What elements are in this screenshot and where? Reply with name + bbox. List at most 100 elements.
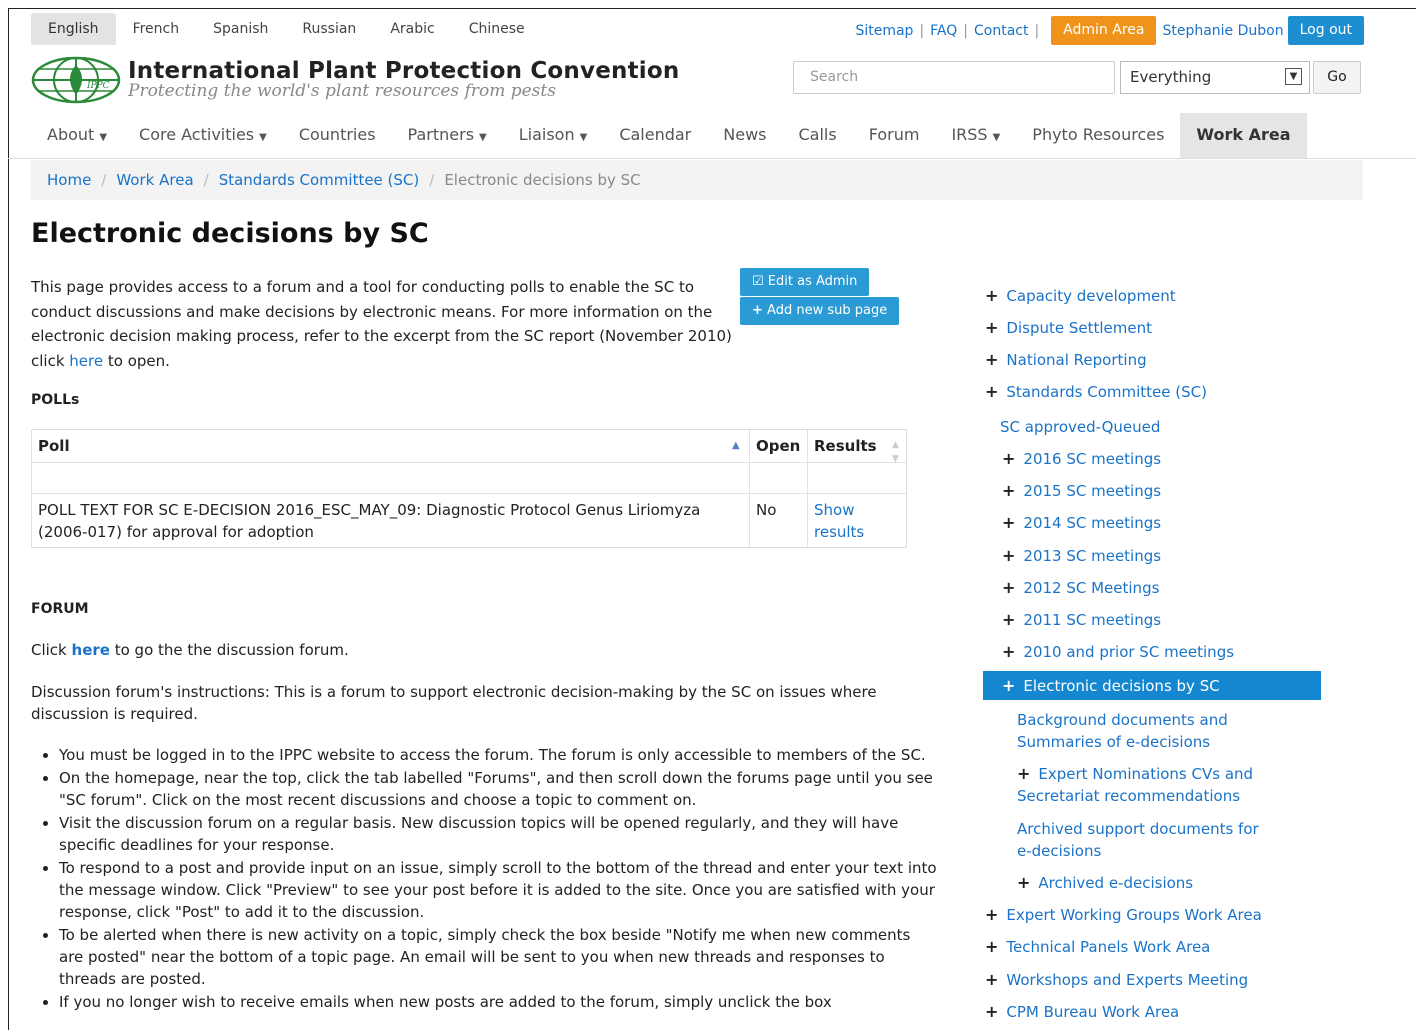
nav-work-area[interactable]: Work Area [1180, 113, 1307, 159]
search-scope-select[interactable]: Everything ▼ [1120, 61, 1310, 94]
sidebar-item-archived-support-documents[interactable]: Archived support documents for e-decision… [1017, 818, 1259, 862]
show-results-link[interactable]: Show results [814, 499, 884, 543]
column-divider [749, 430, 750, 547]
sidebar-item-electronic-decisions[interactable]: + Electronic decisions by SC [983, 671, 1321, 700]
sidebar-item-archived-e-decisions[interactable]: + Archived e-decisions [1017, 872, 1193, 894]
nav-forum[interactable]: Forum [853, 113, 936, 159]
sidebar-item-capacity-development[interactable]: + Capacity development [985, 285, 1176, 307]
sidebar-item-sc-approved-queued[interactable]: SC approved-Queued [1000, 416, 1160, 438]
plus-icon[interactable]: + [1002, 546, 1015, 565]
breadcrumb-separator: / [101, 171, 107, 189]
sidebar-item-dispute-settlement[interactable]: + Dispute Settlement [985, 317, 1152, 339]
user-name-link[interactable]: Stephanie Dubon [1162, 23, 1283, 39]
lang-french[interactable]: French [116, 13, 197, 45]
nav-irss[interactable]: IRSS ▼ [935, 113, 1016, 159]
divider: | [1034, 22, 1040, 39]
breadcrumb-sc[interactable]: Standards Committee (SC) [219, 171, 420, 189]
nav-about[interactable]: About ▼ [31, 113, 123, 159]
forum-link[interactable]: here [72, 641, 110, 659]
nav-phyto-resources[interactable]: Phyto Resources [1016, 113, 1180, 159]
nav-countries[interactable]: Countries [283, 113, 392, 159]
sidebar-item-2011-sc-meetings[interactable]: +2011 SC meetings [1002, 609, 1161, 631]
admin-area-button[interactable]: Admin Area [1051, 16, 1157, 45]
column-header-results[interactable]: Results [814, 430, 877, 462]
lang-russian[interactable]: Russian [285, 13, 373, 45]
sidebar-item-expert-nominations[interactable]: + Expert Nominations CVs and Secretariat r… [1017, 763, 1253, 807]
sidebar-item-technical-panels[interactable]: + Technical Panels Work Area [985, 936, 1210, 958]
plus-icon[interactable]: + [985, 970, 998, 989]
search-go-button[interactable]: Go [1313, 61, 1361, 94]
plus-icon[interactable]: + [1002, 578, 1015, 597]
intro-paragraph: This page provides access to a forum and… [31, 278, 732, 370]
plus-icon[interactable]: + [985, 937, 998, 956]
plus-icon[interactable]: + [985, 382, 998, 401]
breadcrumb-home[interactable]: Home [47, 171, 91, 189]
breadcrumb-current: Electronic decisions by SC [444, 171, 641, 189]
lang-spanish[interactable]: Spanish [196, 13, 285, 45]
sidebar-item-standards-committee[interactable]: + Standards Committee (SC) [985, 381, 1207, 403]
plus-icon[interactable]: + [985, 286, 998, 305]
sidebar-item-2015-sc-meetings[interactable]: +2015 SC meetings [1002, 480, 1161, 502]
plus-icon[interactable]: + [1002, 642, 1015, 661]
plus-icon[interactable]: + [1002, 481, 1015, 500]
plus-icon[interactable]: + [985, 350, 998, 369]
column-header-poll[interactable]: Poll [38, 430, 70, 462]
plus-icon[interactable]: + [1002, 610, 1015, 629]
lang-chinese[interactable]: Chinese [452, 13, 542, 45]
nav-divider [8, 158, 1416, 159]
caret-down-icon: ▼ [99, 132, 108, 143]
breadcrumb-work-area[interactable]: Work Area [116, 171, 193, 189]
chevron-down-icon[interactable]: ▼ [1285, 68, 1302, 85]
sidebar-item-workshops[interactable]: + Workshops and Experts Meeting [985, 969, 1248, 991]
column-divider [807, 430, 808, 547]
caret-down-icon: ▼ [992, 132, 1001, 143]
sidebar-item-cpm-bureau[interactable]: + CPM Bureau Work Area [985, 1001, 1179, 1023]
sidebar-item-expert-working-groups[interactable]: + Expert Working Groups Work Area [985, 904, 1262, 926]
nav-liaison[interactable]: Liaison ▼ [503, 113, 604, 159]
row-divider [32, 462, 906, 463]
ippc-logo[interactable]: IPPC [31, 55, 121, 105]
report-excerpt-link[interactable]: here [69, 352, 103, 370]
sitemap-link[interactable]: Sitemap [855, 23, 913, 39]
plus-icon[interactable]: + [1002, 513, 1015, 532]
edit-as-admin-button[interactable]: ☑ Edit as Admin [740, 268, 870, 296]
column-header-open[interactable]: Open [756, 430, 800, 462]
nav-core-activities[interactable]: Core Activities ▼ [123, 113, 283, 159]
sidebar-item-2016-sc-meetings[interactable]: +2016 SC meetings [1002, 448, 1161, 470]
lang-arabic[interactable]: Arabic [373, 13, 451, 45]
main-nav: About ▼ Core Activities ▼ Countries Partne… [31, 113, 1307, 159]
logo-text: IPPC [86, 81, 110, 91]
sort-icon[interactable]: ▲ ▼ [892, 438, 899, 470]
nav-partners[interactable]: Partners ▼ [392, 113, 503, 159]
plus-icon[interactable]: + [1017, 764, 1030, 783]
lang-english[interactable]: English [31, 13, 116, 45]
plus-icon[interactable]: + [1002, 676, 1015, 695]
nav-calls[interactable]: Calls [783, 113, 853, 159]
plus-icon[interactable]: + [1002, 449, 1015, 468]
plus-icon[interactable]: + [985, 318, 998, 337]
add-sub-page-button[interactable]: + Add new sub page [740, 297, 900, 325]
sidebar-item-background-documents[interactable]: Background documents and Summaries of e-d… [1017, 709, 1228, 753]
sidebar-item-2014-sc-meetings[interactable]: +2014 SC meetings [1002, 512, 1161, 534]
sidebar-item-2012-sc-meetings[interactable]: +2012 SC Meetings [1002, 577, 1159, 599]
divider: | [919, 22, 925, 39]
sidebar-item-2013-sc-meetings[interactable]: +2013 SC meetings [1002, 545, 1161, 567]
edit-icon: ☑ [752, 274, 764, 289]
logout-button[interactable]: Log out [1287, 16, 1364, 45]
sidebar-item-2010-and-prior[interactable]: +2010 and prior SC meetings [1002, 641, 1234, 663]
nav-news[interactable]: News [707, 113, 782, 159]
plus-icon[interactable]: + [1017, 873, 1030, 892]
plus-icon[interactable]: + [985, 905, 998, 924]
contact-link[interactable]: Contact [974, 23, 1028, 39]
search-scope-value: Everything [1130, 68, 1212, 86]
site-subtitle: Protecting the world's plant resources f… [128, 81, 556, 101]
sidebar-item-national-reporting[interactable]: + National Reporting [985, 349, 1147, 371]
plus-icon[interactable]: + [985, 1002, 998, 1021]
list-item: You must be logged in to the IPPC websit… [59, 744, 939, 766]
polls-table: Poll ▲ Open Results ▲ ▼ POLL TEXT FOR SC … [31, 429, 907, 548]
nav-calendar[interactable]: Calendar [603, 113, 707, 159]
faq-link[interactable]: FAQ [930, 23, 957, 39]
sort-ascending-icon[interactable]: ▲ [732, 430, 740, 462]
row-divider [32, 493, 906, 494]
search-input[interactable]: Search [793, 61, 1115, 94]
